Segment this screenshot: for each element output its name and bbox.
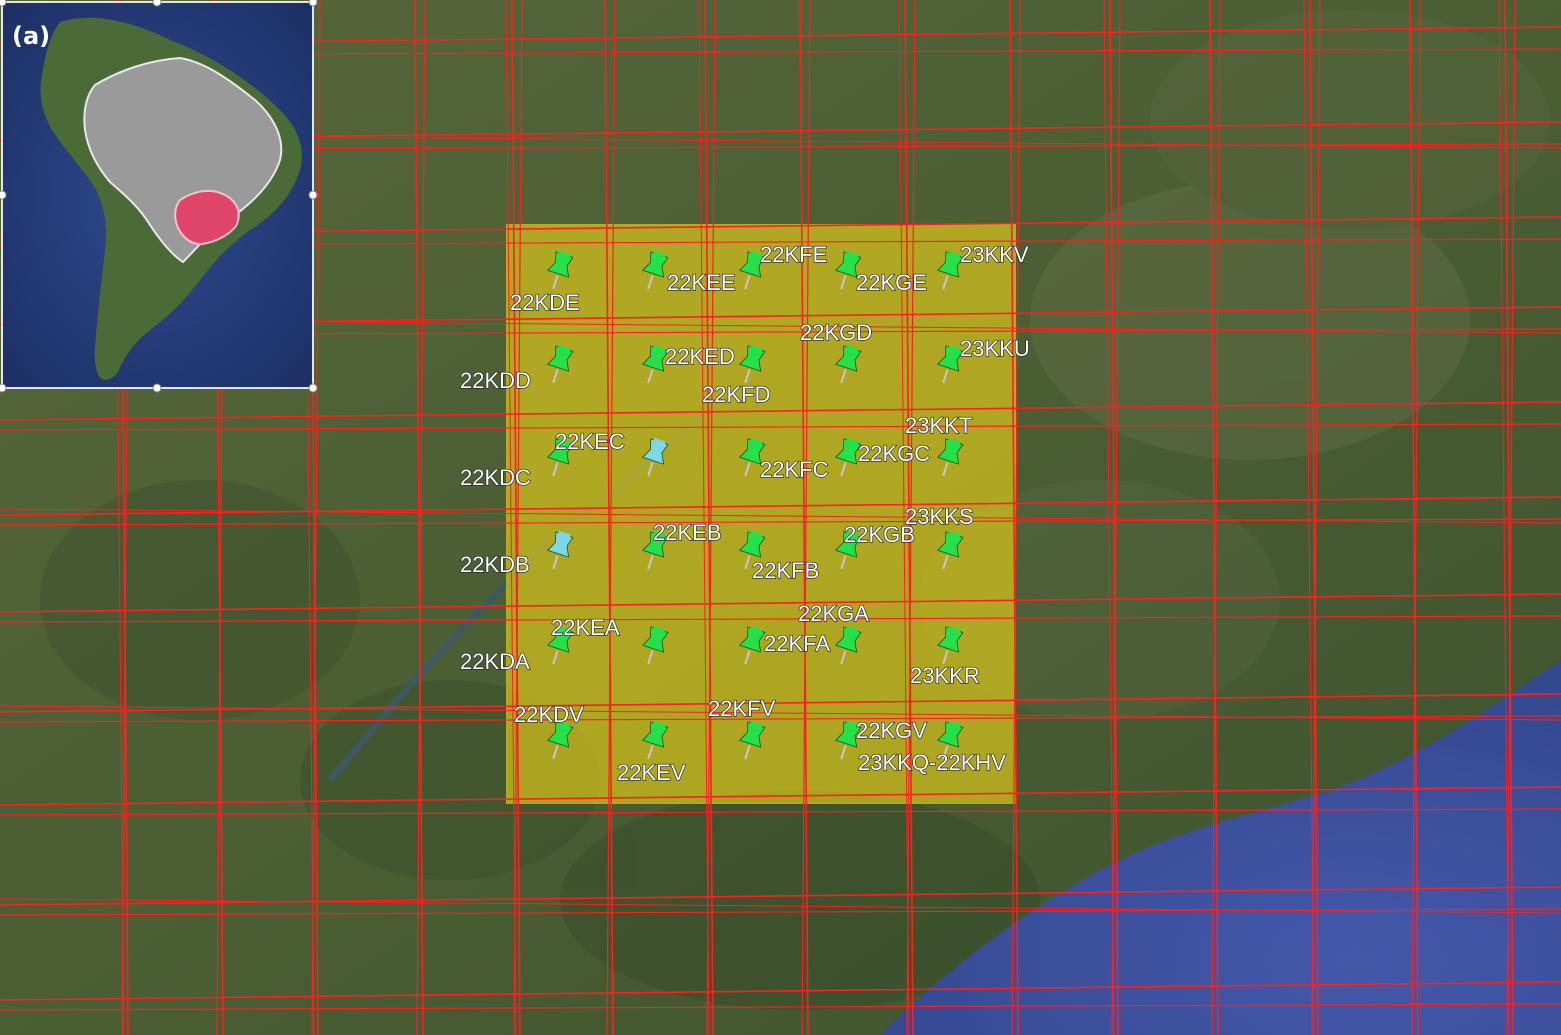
- tile-label: 23KKT: [905, 413, 972, 438]
- tile-label: 23KKU: [960, 336, 1030, 361]
- inset-map[interactable]: (a): [0, 0, 318, 393]
- tile-label: 23KKQ-22KHV: [858, 750, 1006, 775]
- tile-label: 22KGD: [800, 320, 872, 345]
- tile-label: 22KEV: [617, 760, 686, 785]
- tile-label: 22KEA: [551, 615, 620, 640]
- tile-label: 22KGC: [858, 441, 930, 466]
- tile-label: 22KEB: [653, 520, 722, 545]
- tile-label: 22KEE: [667, 270, 736, 295]
- tile-label: 23KKS: [905, 504, 974, 529]
- tile-label: 22KEC: [555, 429, 625, 454]
- tile-label: 23KKV: [960, 242, 1029, 267]
- tile-label: 22KDA: [460, 649, 530, 674]
- tile-label: 22KFC: [760, 457, 829, 482]
- tile-label: 22KFD: [702, 382, 770, 407]
- tile-label: 22KDD: [460, 368, 531, 393]
- inset-letter: (a): [12, 22, 50, 50]
- tile-label: 22KGE: [856, 270, 927, 295]
- satellite-map[interactable]: 22KDE 22KEE 22KFE 22KGE 23KKV 22KDD 22KED 22KFD…: [0, 0, 1561, 1035]
- tile-label: 22KDV: [514, 702, 584, 727]
- tile-label: 22KDC: [460, 465, 531, 490]
- tile-label: 22KDB: [460, 552, 530, 577]
- tile-label: 22KFA: [764, 631, 830, 656]
- tile-label: 22KFV: [708, 696, 776, 721]
- tile-label: 22KED: [665, 344, 735, 369]
- tile-label: 22KDE: [510, 290, 580, 315]
- tile-label: 22KGV: [856, 718, 927, 743]
- tile-label: 22KFB: [752, 558, 819, 583]
- tile-label: 22KGA: [798, 601, 869, 626]
- tile-label: 22KFE: [760, 242, 827, 267]
- tile-label: 23KKR: [910, 663, 980, 688]
